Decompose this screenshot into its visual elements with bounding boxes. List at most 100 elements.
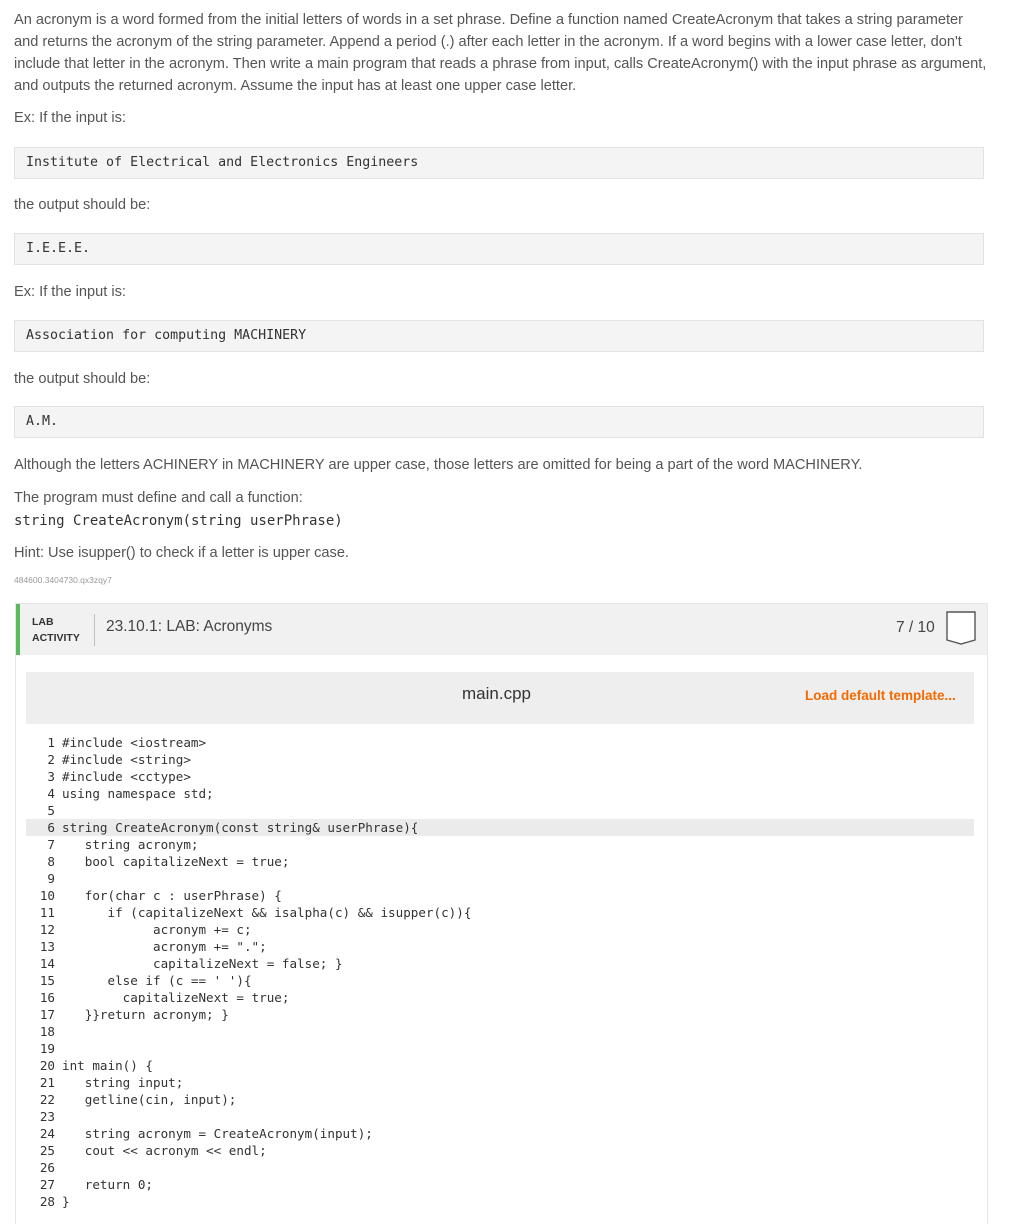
line-number: 20: [39, 1058, 55, 1073]
example-1-input-label: Ex: If the input is:: [14, 110, 126, 126]
example-1-output-label: the output should be:: [14, 197, 151, 213]
file-name: main.cpp: [462, 684, 531, 703]
example-2-input-label: Ex: If the input is:: [14, 284, 126, 300]
code-line[interactable]: 24 string acronym = CreateAcronym(input)…: [26, 1125, 974, 1142]
code-text[interactable]: capitalizeNext = false; }: [62, 955, 343, 972]
code-line[interactable]: 28}: [26, 1193, 974, 1210]
code-text[interactable]: getline(cin, input);: [62, 1091, 237, 1108]
code-line[interactable]: 13 acronym += ".";: [26, 938, 974, 955]
code-line[interactable]: 18: [26, 1023, 974, 1040]
line-number: 9: [47, 871, 55, 886]
code-text[interactable]: #include <iostream>: [62, 734, 206, 751]
line-number: 12: [39, 922, 55, 937]
line-number: 4: [47, 786, 55, 801]
code-text[interactable]: using namespace std;: [62, 785, 214, 802]
example-2-output-box: A.M.: [14, 406, 984, 438]
code-line[interactable]: 20 int main() {: [26, 1057, 974, 1074]
code-line[interactable]: 3 #include <cctype>: [26, 768, 974, 785]
code-line[interactable]: 5: [26, 802, 974, 819]
line-number: 14: [39, 956, 55, 971]
load-default-template-link[interactable]: Load default template...: [805, 688, 956, 703]
code-line[interactable]: 16 capitalizeNext = true;: [26, 989, 974, 1006]
code-text[interactable]: for(char c : userPhrase) {: [62, 887, 282, 904]
define-instruction: The program must define and call a funct…: [14, 490, 303, 506]
code-text[interactable]: capitalizeNext = true;: [62, 989, 290, 1006]
example-2-output-label: the output should be:: [14, 371, 151, 387]
tracking-id: 484600.3404730.qx3zqy7: [14, 575, 112, 585]
header-divider: [94, 614, 95, 646]
line-number: 21: [39, 1075, 55, 1090]
lab-score: 7 / 10: [896, 619, 935, 636]
code-line[interactable]: 12 acronym += c;: [26, 921, 974, 938]
code-line[interactable]: 21 string input;: [26, 1074, 974, 1091]
line-number: 18: [39, 1024, 55, 1039]
line-number: 25: [39, 1143, 55, 1158]
editor-toolbar: main.cpp Load default template...: [26, 672, 974, 724]
line-number: 24: [39, 1126, 55, 1141]
line-number: 27: [39, 1177, 55, 1192]
completion-box-icon: [946, 611, 976, 645]
function-signature: string CreateAcronym(string userPhrase): [14, 513, 343, 529]
code-line[interactable]: 1 #include <iostream>: [26, 734, 974, 751]
line-number: 5: [47, 803, 55, 818]
line-number: 19: [39, 1041, 55, 1056]
line-number: 17: [39, 1007, 55, 1022]
code-line[interactable]: 4 using namespace std;: [26, 785, 974, 802]
code-text[interactable]: if (capitalizeNext && isalpha(c) && isup…: [62, 904, 471, 921]
lab-activity-tag: LAB ACTIVITY: [32, 614, 80, 646]
code-line[interactable]: 23: [26, 1108, 974, 1125]
code-line[interactable]: 6 string CreateAcronym(const string& user…: [26, 819, 974, 836]
code-line[interactable]: 15 else if (c == ' '){: [26, 972, 974, 989]
lab-header: LAB ACTIVITY 23.10.1: LAB: Acronyms 7 / …: [16, 604, 987, 655]
code-line[interactable]: 10 for(char c : userPhrase) {: [26, 887, 974, 904]
code-text[interactable]: #include <cctype>: [62, 768, 191, 785]
line-number: 11: [39, 905, 55, 920]
code-text[interactable]: acronym += c;: [62, 921, 252, 938]
code-text[interactable]: cout << acronym << endl;: [62, 1142, 267, 1159]
example-2-input-box: Association for computing MACHINERY: [14, 320, 984, 352]
code-editor[interactable]: 1 #include <iostream> 2 #include <string> 3 #…: [26, 734, 974, 1210]
example-1-output-box: I.E.E.E.: [14, 233, 984, 265]
code-line[interactable]: 9: [26, 870, 974, 887]
code-line[interactable]: 14 capitalizeNext = false; }: [26, 955, 974, 972]
code-line[interactable]: 17 }}return acronym; }: [26, 1006, 974, 1023]
code-line[interactable]: 26: [26, 1159, 974, 1176]
code-text[interactable]: #include <string>: [62, 751, 191, 768]
line-number: 16: [39, 990, 55, 1005]
code-line[interactable]: 8 bool capitalizeNext = true;: [26, 853, 974, 870]
code-text[interactable]: string acronym = CreateAcronym(input);: [62, 1125, 373, 1142]
lab-tag-line2: ACTIVITY: [32, 632, 80, 644]
code-text[interactable]: acronym += ".";: [62, 938, 267, 955]
line-number: 8: [47, 854, 55, 869]
code-line[interactable]: 19: [26, 1040, 974, 1057]
code-line[interactable]: 25 cout << acronym << endl;: [26, 1142, 974, 1159]
line-number: 6: [47, 820, 55, 835]
code-text[interactable]: string acronym;: [62, 836, 199, 853]
line-number: 15: [39, 973, 55, 988]
code-line[interactable]: 11 if (capitalizeNext && isalpha(c) && i…: [26, 904, 974, 921]
code-text[interactable]: else if (c == ' '){: [62, 972, 251, 989]
lab-activity-card: LAB ACTIVITY 23.10.1: LAB: Acronyms 7 / …: [15, 603, 988, 1224]
code-line[interactable]: 2 #include <string>: [26, 751, 974, 768]
code-text[interactable]: bool capitalizeNext = true;: [62, 853, 290, 870]
line-number: 23: [39, 1109, 55, 1124]
line-number: 2: [47, 752, 55, 767]
code-line[interactable]: 27 return 0;: [26, 1176, 974, 1193]
code-text[interactable]: }}return acronym; }: [62, 1006, 229, 1023]
machinery-note: Although the letters ACHINERY in MACHINE…: [14, 457, 863, 473]
code-text[interactable]: int main() {: [62, 1057, 153, 1074]
code-text[interactable]: }: [62, 1193, 70, 1210]
lab-title: 23.10.1: LAB: Acronyms: [106, 618, 273, 635]
code-text[interactable]: return 0;: [62, 1176, 153, 1193]
line-number: 7: [47, 837, 55, 852]
example-1-input-box: Institute of Electrical and Electronics …: [14, 147, 984, 179]
code-text[interactable]: string CreateAcronym(const string& userP…: [62, 819, 418, 836]
code-line[interactable]: 22 getline(cin, input);: [26, 1091, 974, 1108]
code-text[interactable]: string input;: [62, 1074, 184, 1091]
problem-intro: An acronym is a word formed from the ini…: [14, 12, 987, 94]
line-number: 28: [39, 1194, 55, 1209]
code-line[interactable]: 7 string acronym;: [26, 836, 974, 853]
hint-text: Hint: Use isupper() to check if a letter…: [14, 545, 349, 561]
line-number: 3: [47, 769, 55, 784]
line-number: 26: [39, 1160, 55, 1175]
